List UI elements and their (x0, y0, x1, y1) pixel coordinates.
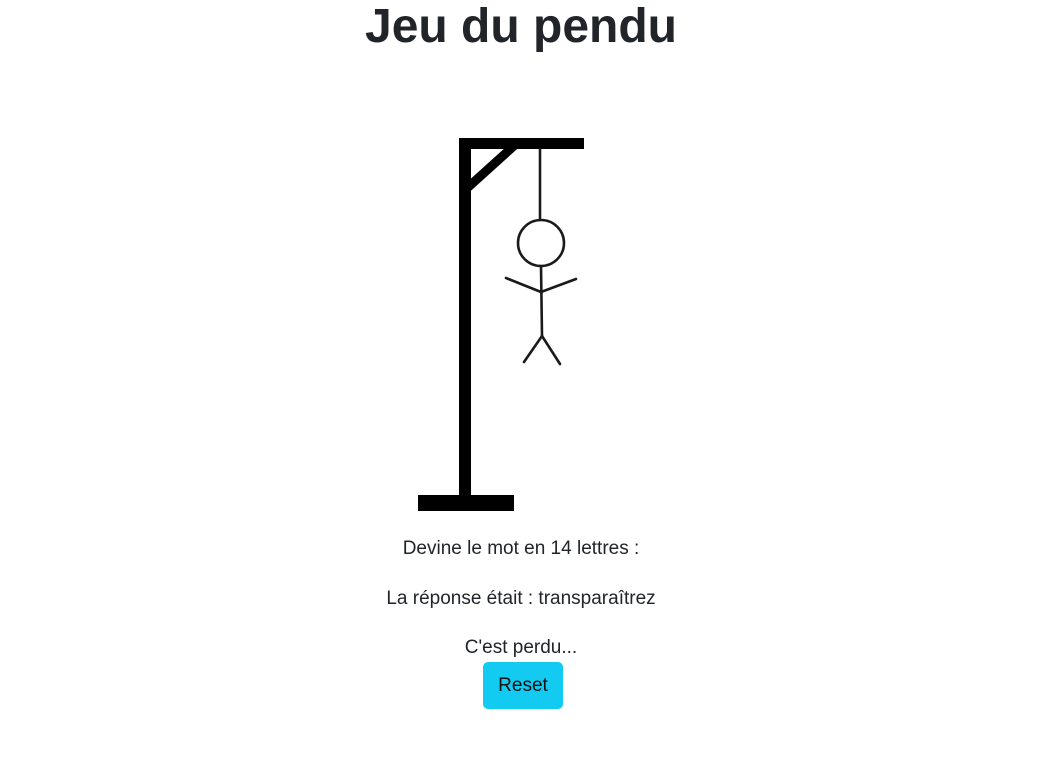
game-result: C'est perdu... (464, 637, 578, 658)
gallows-icon (418, 138, 584, 511)
hangman-drawing (418, 138, 584, 511)
figure-body (539, 264, 544, 338)
figure-head (516, 218, 566, 268)
answer-reveal: La réponse était : transparaîtrez (386, 588, 656, 609)
figure-left-leg (522, 334, 544, 364)
gallows-brace (461, 140, 520, 194)
reset-button[interactable]: Reset (483, 662, 563, 709)
figure-right-arm (539, 277, 578, 294)
hangman-figure (504, 147, 578, 366)
figure-left-arm (504, 276, 543, 294)
gallows-beam (459, 138, 584, 149)
gallows-post (459, 138, 471, 502)
word-prompt: Devine le mot en 14 lettres : (402, 538, 640, 559)
page-title: Jeu du pendu (365, 0, 677, 53)
page: Jeu du pendu Devine le mot en 14 lettres… (0, 0, 1042, 767)
figure-right-leg (540, 334, 562, 366)
